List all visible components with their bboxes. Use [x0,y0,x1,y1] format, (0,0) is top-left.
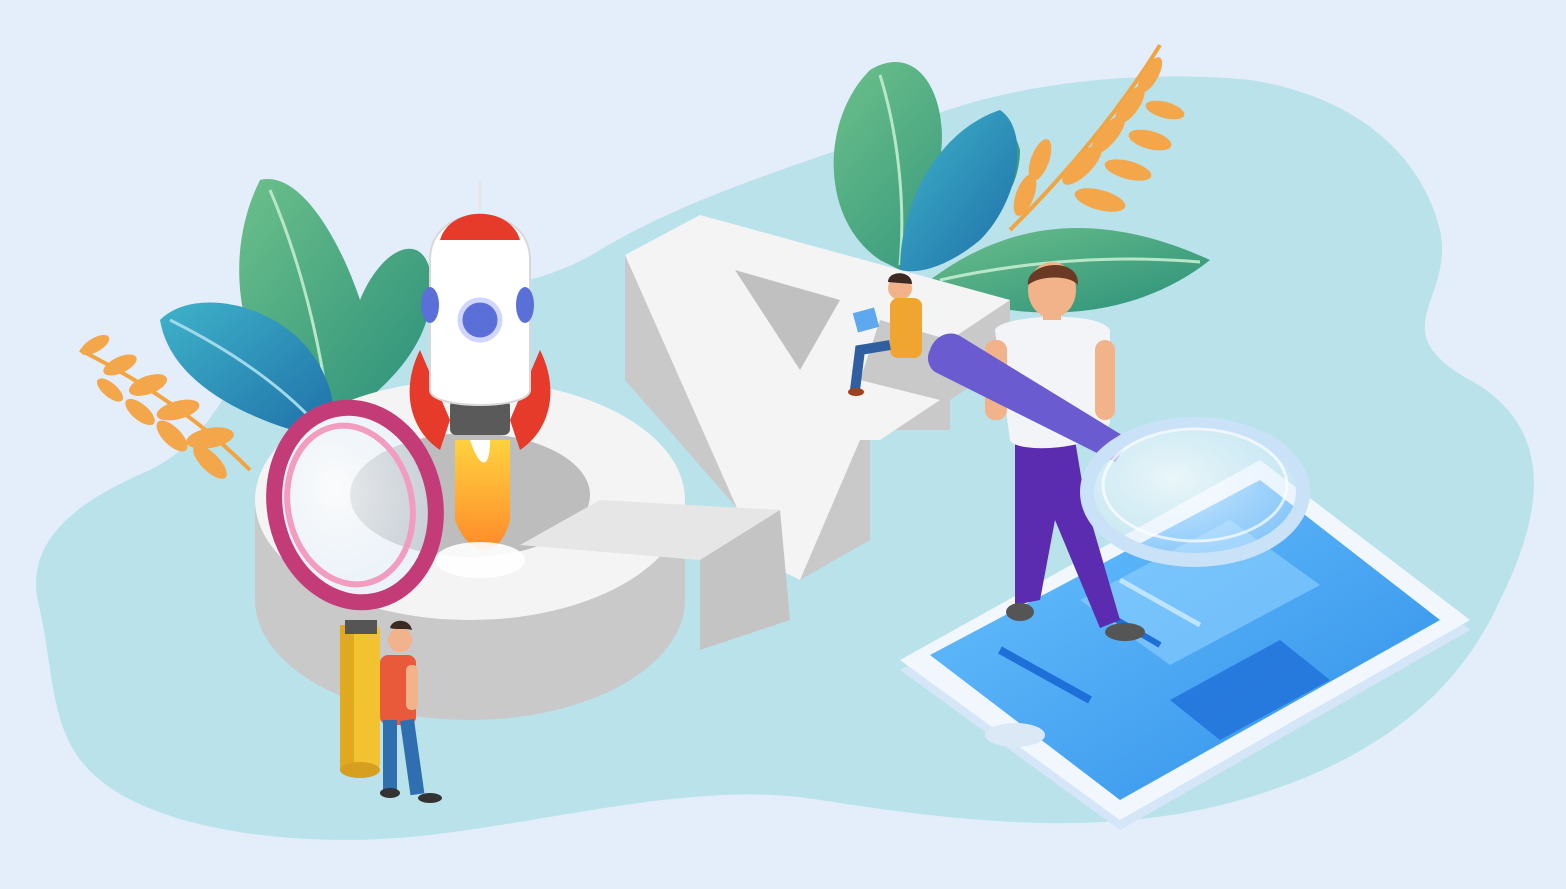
illustration-canvas [0,0,1566,889]
yellow-pencil [340,620,380,778]
qa-illustration [0,0,1566,889]
